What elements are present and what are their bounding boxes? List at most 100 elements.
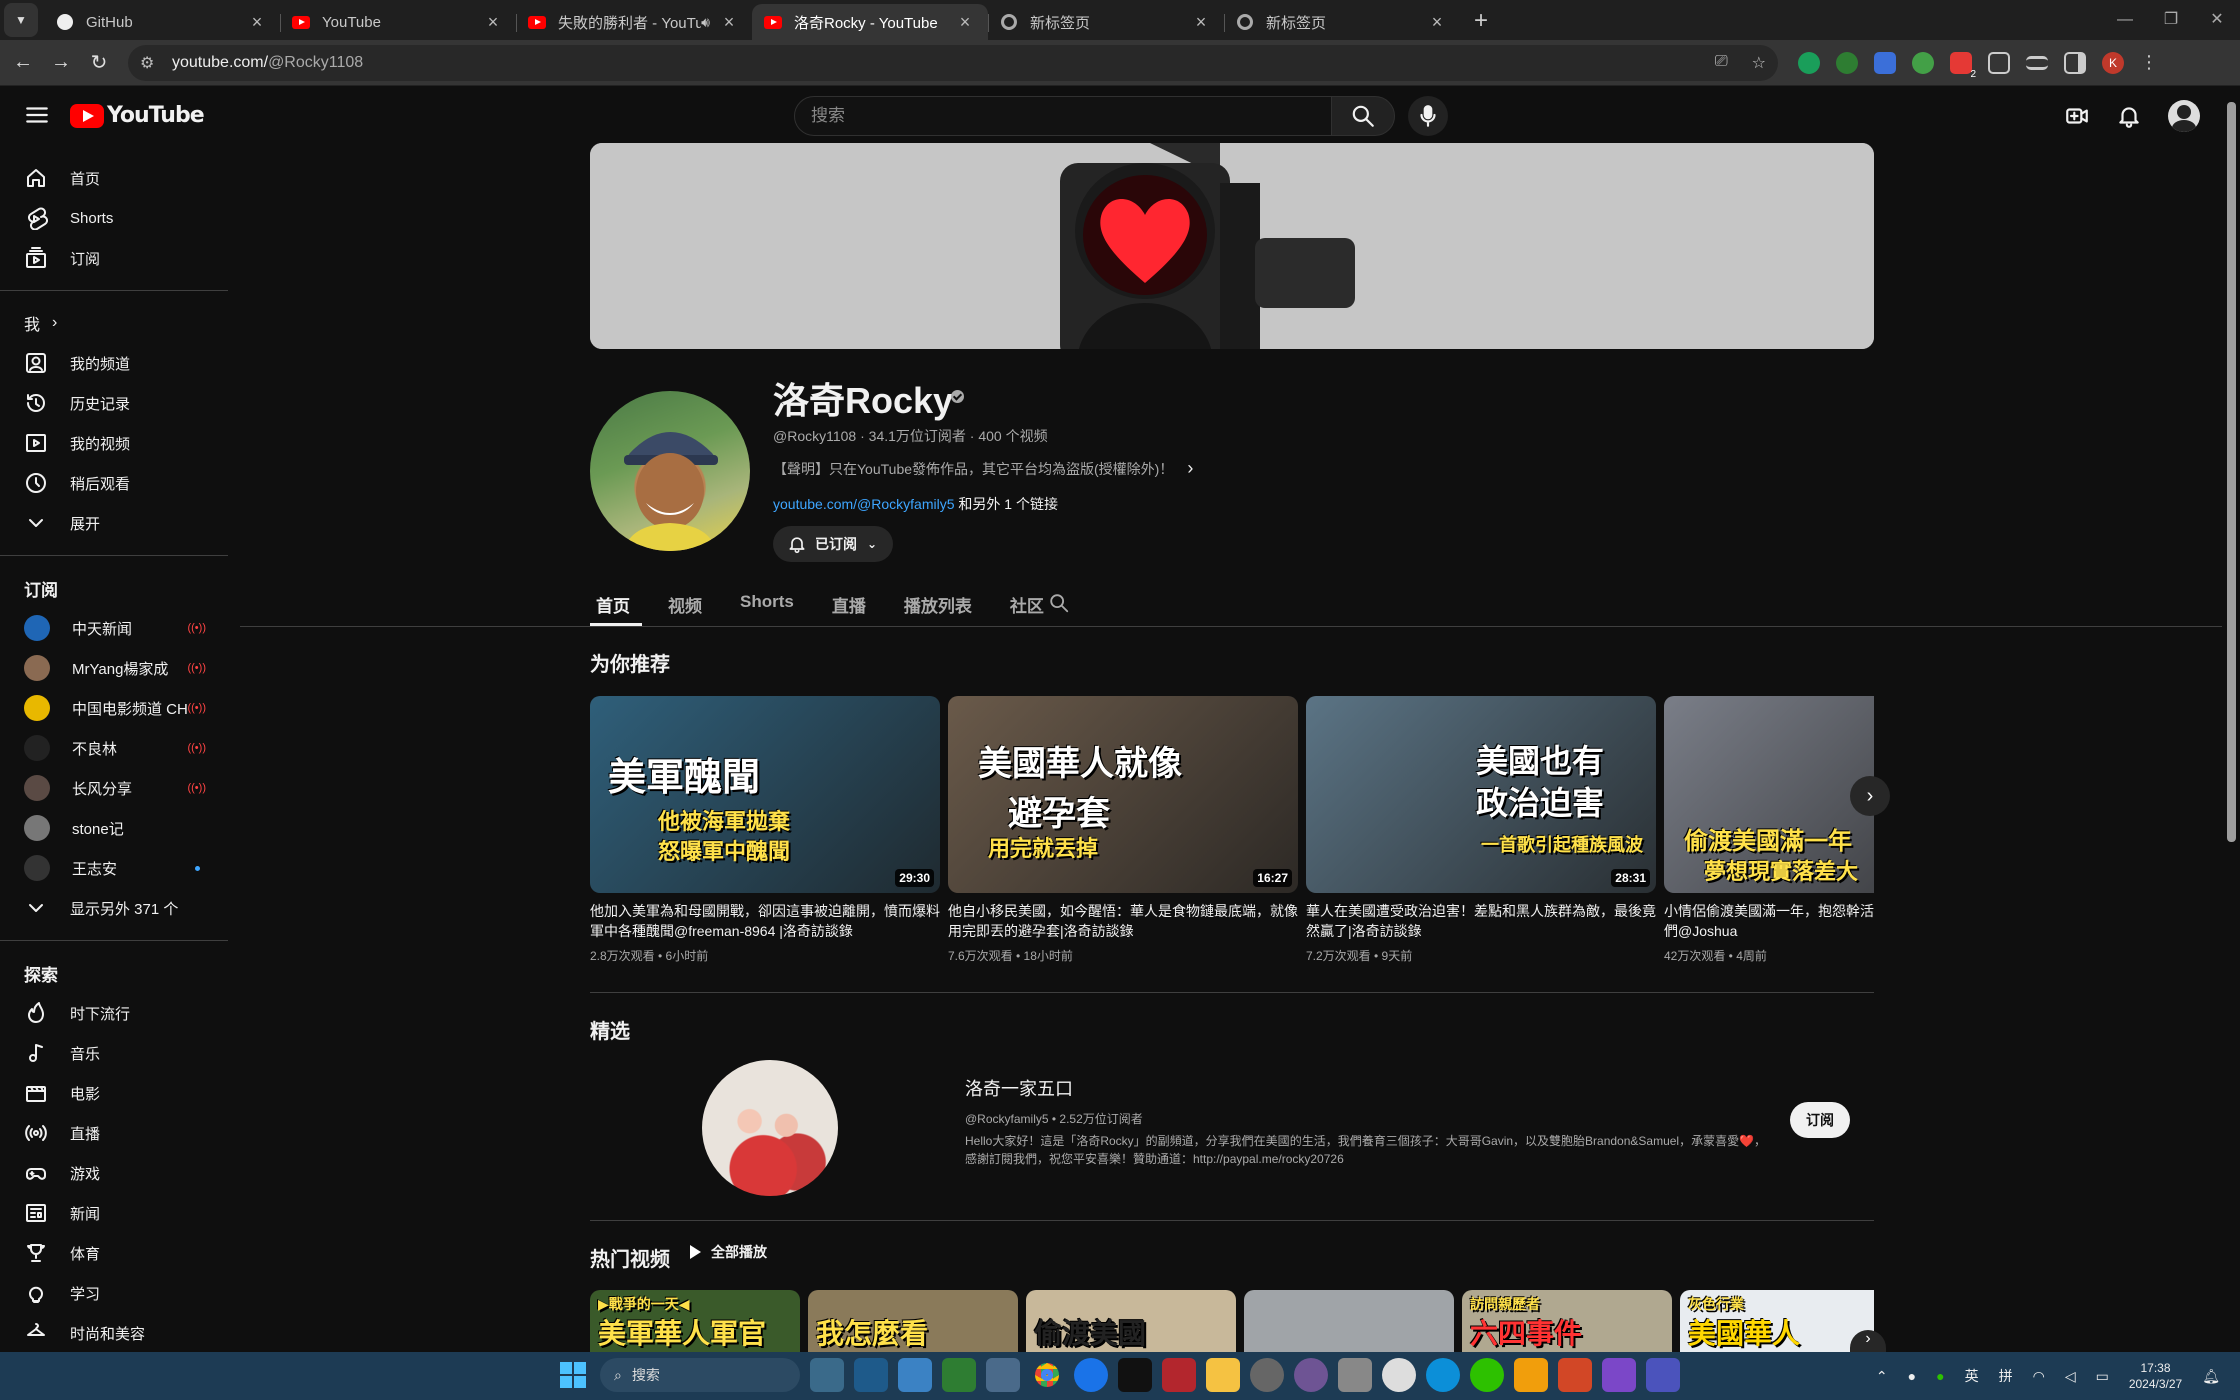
profile-avatar[interactable]: K: [2102, 51, 2124, 74]
youtube-logo[interactable]: YouTube: [70, 103, 205, 128]
sidebar-subscription[interactable]: 中国电影频道 CH...((•)): [0, 688, 230, 728]
power-extension-icon[interactable]: [1912, 51, 1934, 74]
video-card[interactable]: 偷渡美國: [1026, 1290, 1236, 1352]
channel-tab[interactable]: 首页: [590, 582, 642, 626]
reload-button[interactable]: ↻: [80, 44, 118, 82]
sidebar-item-learning[interactable]: 学习: [0, 1273, 230, 1313]
extensions-puzzle-icon[interactable]: [1988, 51, 2010, 74]
channel-search-button[interactable]: [1048, 592, 1070, 614]
edge-icon[interactable]: [1426, 1358, 1460, 1392]
wifi-icon[interactable]: ◠: [2033, 1368, 2045, 1385]
close-tab-icon[interactable]: ×: [246, 12, 268, 33]
address-bar[interactable]: ⚙ youtube.com/@Rocky1108 ⎚ ☆: [128, 44, 1778, 81]
side-panel-icon[interactable]: [2064, 51, 2086, 74]
github-desktop-icon[interactable]: [1294, 1358, 1328, 1392]
translate-extension-icon[interactable]: [1874, 51, 1896, 74]
settings-icon[interactable]: [1250, 1358, 1284, 1392]
browser-tab[interactable]: YouTube ×: [280, 4, 516, 40]
search-input[interactable]: 搜索: [794, 96, 1332, 136]
play-all-button[interactable]: 全部播放: [690, 1242, 767, 1262]
sidebar-subscription[interactable]: 王志安: [0, 848, 230, 888]
sidebar-item-music[interactable]: 音乐: [0, 1033, 230, 1073]
site-info-icon[interactable]: ⚙: [140, 53, 158, 73]
video-card[interactable]: 美軍醜聞 他被海軍拋棄 怒曝軍中醜聞 29:30 他加入美軍為和母國開戰，卻因這事被迫離…: [590, 696, 940, 964]
featured-channel-name[interactable]: 洛奇一家五口: [965, 1075, 1073, 1101]
sidebar-item-sports[interactable]: 体育: [0, 1233, 230, 1273]
sidebar-subscription[interactable]: stone记: [0, 808, 230, 848]
sidebar-item-live[interactable]: 直播: [0, 1113, 230, 1153]
video-card[interactable]: 美國也有 政治迫害 一首歌引起種族風波 28:31 華人在美國遭受政治迫害！差點和黑人族…: [1306, 696, 1656, 964]
browser-tab[interactable]: 失敗的勝利者 - YouTube🔊︎ ×: [516, 4, 752, 40]
voice-search-button[interactable]: [1408, 96, 1448, 136]
video-thumbnail[interactable]: 訪問親歷者 六四事件: [1462, 1290, 1672, 1352]
close-tab-icon[interactable]: ×: [1190, 12, 1212, 33]
sidebar-subscription[interactable]: 中天新闻 ((•)): [0, 608, 230, 648]
video-thumbnail[interactable]: 偷渡美國: [1026, 1290, 1236, 1352]
widgets-icon[interactable]: [898, 1358, 932, 1392]
subscribe-button[interactable]: 订阅: [1790, 1102, 1850, 1138]
video-thumbnail[interactable]: 灰色行業 美國華人: [1680, 1290, 1874, 1352]
video-card[interactable]: ▶戰爭的一天◀ 美軍華人軍官: [590, 1290, 800, 1352]
app-icon[interactable]: [1338, 1358, 1372, 1392]
video-card[interactable]: 灰色行業 美國華人: [1680, 1290, 1874, 1352]
file-explorer-icon[interactable]: [1206, 1358, 1240, 1392]
battery-icon[interactable]: ▭: [2096, 1368, 2109, 1385]
scrollbar-thumb[interactable]: [2227, 102, 2236, 842]
minimize-button[interactable]: —: [2102, 0, 2148, 40]
maps-icon[interactable]: [1074, 1358, 1108, 1392]
sidebar-item-your-videos[interactable]: 我的视频: [0, 423, 230, 463]
video-card[interactable]: 我怎麼看: [808, 1290, 1018, 1352]
forward-button[interactable]: →: [42, 44, 80, 82]
close-tab-icon[interactable]: ×: [1426, 12, 1448, 33]
sidebar-item-watch-later[interactable]: 稍后观看: [0, 463, 230, 503]
account-avatar[interactable]: [2168, 100, 2200, 132]
wechat-tray-icon[interactable]: ●: [1936, 1368, 1944, 1384]
video-thumbnail[interactable]: ▶戰爭的一天◀ 美軍華人軍官: [590, 1290, 800, 1352]
hamburger-menu-icon[interactable]: [24, 102, 50, 128]
tray-app-icon[interactable]: ●: [1908, 1368, 1916, 1384]
channel-tab[interactable]: 播放列表: [898, 582, 984, 626]
chrome-icon[interactable]: [1030, 1358, 1064, 1392]
video-title[interactable]: 小情侶偷渡美國滿一年，抱怨幹活到最後我竟然很讚同他們@Joshua: [1664, 901, 1874, 941]
new-tab-button[interactable]: +: [1460, 7, 1502, 40]
volume-icon[interactable]: ◁: [2065, 1368, 2076, 1385]
more-links[interactable]: 和另外 1 个链接: [955, 496, 1058, 512]
tray-expand-icon[interactable]: ⌃: [1876, 1368, 1888, 1385]
browser-tab[interactable]: 新标签页 ×: [1224, 4, 1460, 40]
app2-icon[interactable]: [1382, 1358, 1416, 1392]
sidebar-item-history[interactable]: 历史记录: [0, 383, 230, 423]
video-thumbnail[interactable]: [1244, 1290, 1454, 1352]
terminal-icon[interactable]: [1118, 1358, 1152, 1392]
sidebar-item-news[interactable]: 新闻: [0, 1193, 230, 1233]
sidebar-item-home[interactable]: 首页: [0, 158, 230, 198]
create-video-button[interactable]: [2064, 103, 2090, 129]
sidebar-item-your-channel[interactable]: 我的频道: [0, 343, 230, 383]
subscribed-button[interactable]: 已订阅 ⌄: [773, 526, 894, 562]
shelf-next-button[interactable]: ›: [1850, 1330, 1886, 1352]
sidebar-item-movies[interactable]: 电影: [0, 1073, 230, 1113]
page-scrollbar[interactable]: [2222, 90, 2240, 1352]
sidebar-subscription[interactable]: MrYang楊家成 ((•)): [0, 648, 230, 688]
channel-description[interactable]: 【聲明】只在YouTube發佈作品，其它平台均為盜版(授權除外)！ ›: [773, 458, 1193, 479]
featured-channel-avatar[interactable]: [702, 1060, 838, 1196]
sublime-icon[interactable]: [1514, 1358, 1548, 1392]
channel-tab[interactable]: Shorts: [734, 582, 806, 626]
browser-tab[interactable]: 洛奇Rocky - YouTube ×: [752, 4, 988, 40]
sidebar-item-subscriptions[interactable]: 订阅: [0, 238, 230, 278]
video-card[interactable]: [1244, 1290, 1454, 1352]
red-extension-icon[interactable]: 2: [1950, 51, 1976, 80]
sidebar-item-shorts[interactable]: Shorts: [0, 198, 230, 238]
video-card[interactable]: 偷渡美國滿一年夢想現實落差大後小情侶偷渡美國滿一年，抱怨幹活到最後我竟然很讚同他…: [1664, 696, 1874, 964]
video-thumbnail[interactable]: 美國也有 政治迫害 一首歌引起種族風波 28:31: [1306, 696, 1656, 893]
channel-link[interactable]: youtube.com/@Rockyfamily5: [773, 496, 955, 512]
speaker-icon[interactable]: 🔊︎: [701, 14, 710, 31]
media-controls-icon[interactable]: [2026, 55, 2048, 70]
channel-tab[interactable]: 视频: [662, 582, 714, 626]
video-card[interactable]: 訪問親歷者 六四事件: [1462, 1290, 1672, 1352]
sidebar-item-chevron-down[interactable]: 展开: [0, 503, 230, 543]
search-button[interactable]: [1331, 96, 1395, 136]
browser-tab[interactable]: GitHub ×: [44, 4, 280, 40]
video-title[interactable]: 他加入美軍為和母國開戰，卻因這事被迫離開，憤而爆料軍中各種醜聞@freeman-…: [590, 901, 940, 941]
video-thumbnail[interactable]: 美國華人就像 避孕套 用完就丟掉 16:27: [948, 696, 1298, 893]
taskview-icon[interactable]: [854, 1358, 888, 1392]
